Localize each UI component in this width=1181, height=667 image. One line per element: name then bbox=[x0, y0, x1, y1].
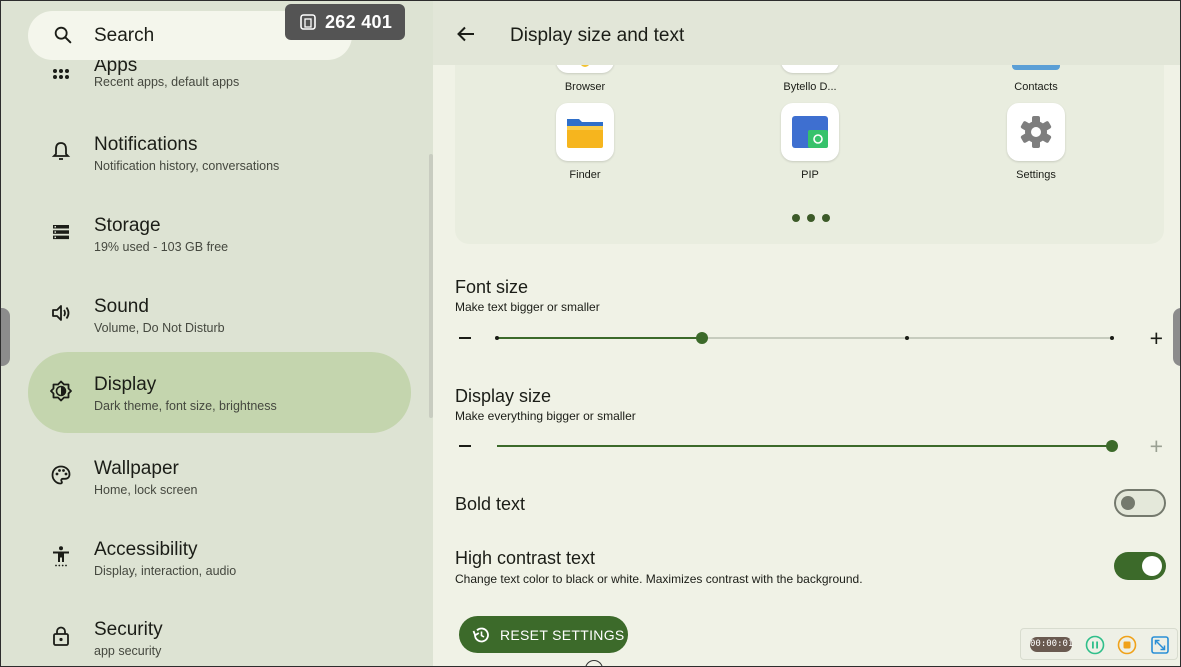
sidebar-item-title: Accessibility bbox=[94, 539, 198, 560]
stop-icon[interactable] bbox=[1117, 635, 1137, 655]
slider-tick bbox=[905, 336, 909, 340]
bold-text-title: Bold text bbox=[455, 494, 526, 514]
sidebar-item-title: Notifications bbox=[94, 134, 198, 155]
counter-badge: 262 401 bbox=[285, 4, 405, 40]
settings-gear-icon bbox=[1007, 103, 1065, 161]
app-label: Settings bbox=[1016, 169, 1056, 181]
reset-settings-button[interactable]: RESET SETTINGS bbox=[459, 616, 628, 653]
page-dot bbox=[822, 214, 830, 222]
bold-text-toggle[interactable] bbox=[1114, 489, 1166, 517]
slider-track[interactable] bbox=[495, 332, 1114, 344]
lock-icon bbox=[53, 626, 69, 646]
bell-icon bbox=[51, 142, 71, 160]
slider-thumb[interactable] bbox=[1106, 440, 1118, 452]
toggle-thumb bbox=[1142, 556, 1162, 576]
app-label: Contacts bbox=[1014, 81, 1058, 93]
slider-fill bbox=[497, 337, 702, 339]
counter-value: 262 401 bbox=[325, 11, 393, 32]
sidebar-item-sound[interactable]: Sound Volume, Do Not Disturb bbox=[28, 274, 411, 355]
accessibility-icon bbox=[53, 546, 69, 567]
high-contrast-title: High contrast text bbox=[455, 548, 596, 568]
search-icon bbox=[54, 26, 72, 44]
toggle-thumb bbox=[1121, 496, 1135, 510]
sidebar-item-subtitle: app security bbox=[94, 644, 162, 658]
sidebar-item-accessibility[interactable]: Accessibility Display, interaction, audi… bbox=[28, 517, 411, 598]
sidebar-item-subtitle: Dark theme, font size, brightness bbox=[94, 399, 277, 413]
slider-fill bbox=[497, 445, 1112, 447]
reset-label: RESET SETTINGS bbox=[500, 626, 625, 643]
high-contrast-subtitle: Change text color to black or white. Max… bbox=[455, 572, 863, 586]
font-size-subtitle: Make text bigger or smaller bbox=[455, 300, 600, 314]
top-app-bar: Display size and text bbox=[433, 0, 1181, 65]
slider-track[interactable] bbox=[497, 440, 1118, 452]
page-dot bbox=[792, 214, 800, 222]
app-finder: Finder bbox=[535, 103, 635, 181]
font-size-title: Font size bbox=[455, 277, 529, 297]
history-reset-icon bbox=[472, 627, 489, 642]
sidebar-item-display[interactable]: Display Dark theme, font size, brightnes… bbox=[28, 352, 411, 433]
storage-icon bbox=[53, 225, 69, 240]
sidebar-item-subtitle: Home, lock screen bbox=[94, 483, 198, 497]
sidebar-item-subtitle: Notification history, conversations bbox=[94, 159, 280, 173]
sidebar-item-title: Sound bbox=[94, 296, 149, 317]
search-placeholder: Search bbox=[94, 25, 155, 46]
font-size-slider[interactable]: + bbox=[455, 327, 1167, 350]
slider-tick bbox=[1110, 336, 1114, 340]
speaker-icon bbox=[52, 305, 70, 321]
sidebar-item-title: Display bbox=[94, 374, 157, 395]
expand-icon[interactable] bbox=[1150, 635, 1170, 655]
sidebar-item-subtitle: Display, interaction, audio bbox=[94, 564, 237, 578]
decrease-font-button[interactable] bbox=[459, 337, 471, 339]
slider-thumb[interactable] bbox=[696, 332, 708, 344]
page-indicator-dots bbox=[792, 214, 830, 222]
apps-grid-icon bbox=[53, 69, 69, 79]
pip-icon bbox=[781, 103, 839, 161]
partial-icon-offscreen bbox=[585, 660, 603, 667]
increase-font-button[interactable]: + bbox=[1150, 327, 1163, 350]
page-title: Display size and text bbox=[510, 25, 685, 46]
pause-icon[interactable] bbox=[1085, 635, 1105, 655]
sidebar-item-wallpaper[interactable]: Wallpaper Home, lock screen bbox=[28, 436, 411, 517]
app-settings: Settings bbox=[986, 103, 1086, 181]
app-pip: PIP bbox=[760, 103, 860, 181]
sidebar-item-subtitle: 19% used - 103 GB free bbox=[94, 240, 229, 254]
left-edge-handle[interactable] bbox=[0, 308, 10, 366]
back-arrow-icon[interactable] bbox=[456, 24, 476, 44]
sidebar-item-subtitle: Recent apps, default apps bbox=[94, 75, 240, 89]
right-edge-handle[interactable] bbox=[1173, 308, 1181, 366]
display-size-title: Display size bbox=[455, 386, 552, 406]
palette-icon bbox=[51, 465, 71, 485]
app-label: PIP bbox=[801, 169, 819, 181]
screen-recorder-bar: 00:00:01 bbox=[1020, 628, 1178, 660]
settings-sidebar: Search Apps Recent apps, default apps No… bbox=[0, 0, 433, 667]
recording-time: 00:00:01 bbox=[1030, 637, 1073, 652]
app-label: Browser bbox=[564, 81, 606, 93]
page-dot bbox=[807, 214, 815, 222]
sidebar-item-subtitle: Volume, Do Not Disturb bbox=[94, 321, 225, 335]
sidebar-item-security[interactable]: Security app security bbox=[28, 597, 411, 667]
sidebar-item-storage[interactable]: Storage 19% used - 103 GB free bbox=[28, 193, 411, 274]
display-size-subtitle: Make everything bigger or smaller bbox=[455, 409, 636, 423]
sidebar-item-notifications[interactable]: Notifications Notification history, conv… bbox=[28, 112, 411, 193]
sidebar-scrollbar[interactable] bbox=[429, 154, 433, 418]
finder-folder-icon bbox=[556, 103, 614, 161]
app-label: Finder bbox=[569, 169, 601, 181]
display-brightness-icon bbox=[50, 380, 72, 402]
display-size-slider[interactable]: + bbox=[455, 435, 1167, 458]
slider-tick bbox=[495, 336, 499, 340]
sidebar-item-title: Storage bbox=[94, 215, 161, 236]
increase-display-button[interactable]: + bbox=[1150, 435, 1163, 458]
high-contrast-toggle[interactable] bbox=[1114, 552, 1166, 580]
decrease-display-button[interactable] bbox=[459, 445, 471, 447]
document-icon bbox=[300, 14, 316, 30]
sidebar-item-title: Wallpaper bbox=[94, 458, 179, 479]
app-label: Bytello D... bbox=[783, 81, 837, 93]
sidebar-item-title: Security bbox=[94, 619, 163, 640]
